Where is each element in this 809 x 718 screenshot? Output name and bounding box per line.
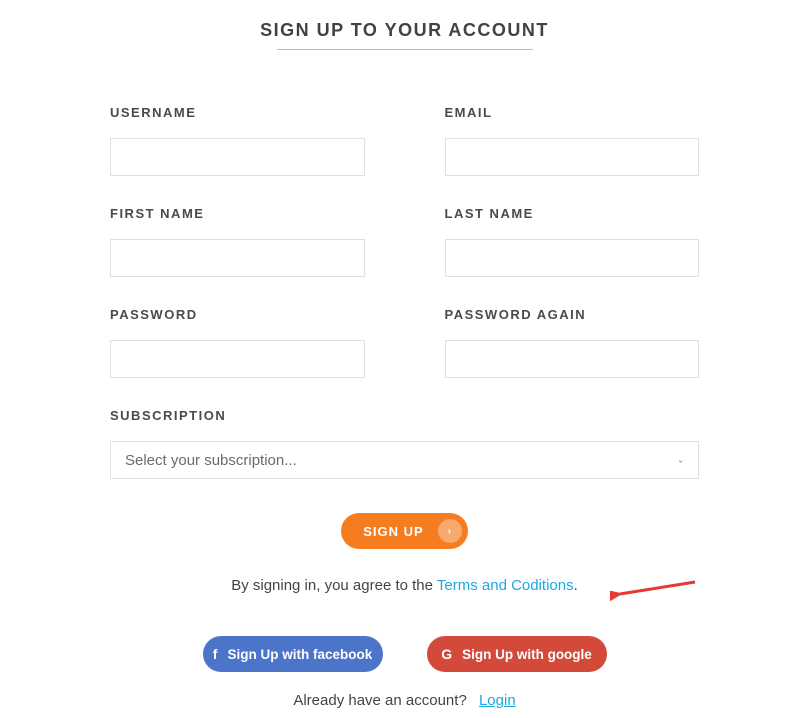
facebook-icon: f xyxy=(213,646,218,662)
subscription-select[interactable]: Select your subscription... ⌄ xyxy=(110,441,699,479)
username-label: USERNAME xyxy=(110,105,365,120)
social-signup-row: f Sign Up with facebook G Sign Up with g… xyxy=(110,636,699,672)
password-again-input[interactable] xyxy=(445,340,700,378)
first-name-input[interactable] xyxy=(110,239,365,277)
arrow-right-icon: › xyxy=(438,519,462,543)
last-name-field-group: LAST NAME xyxy=(445,206,700,277)
title-underline xyxy=(277,49,533,50)
google-signup-label: Sign Up with google xyxy=(462,647,592,662)
sign-up-button[interactable]: SIGN UP › xyxy=(341,513,467,549)
subscription-placeholder: Select your subscription... xyxy=(125,452,297,469)
password-again-field-group: PASSWORD AGAIN xyxy=(445,307,700,378)
google-signup-button[interactable]: G Sign Up with google xyxy=(427,636,607,672)
username-input[interactable] xyxy=(110,138,365,176)
username-field-group: USERNAME xyxy=(110,105,365,176)
password-field-group: PASSWORD xyxy=(110,307,365,378)
first-name-field-group: FIRST NAME xyxy=(110,206,365,277)
subscription-label: SUBSCRIPTION xyxy=(110,408,699,423)
chevron-down-icon: ⌄ xyxy=(677,456,684,465)
login-footer-text: Already have an account? xyxy=(293,692,466,709)
facebook-signup-label: Sign Up with facebook xyxy=(227,647,372,662)
password-label: PASSWORD xyxy=(110,307,365,322)
password-input[interactable] xyxy=(110,340,365,378)
terms-suffix: . xyxy=(574,577,578,594)
email-field-group: EMAIL xyxy=(445,105,700,176)
login-link[interactable]: Login xyxy=(479,692,516,709)
signup-form: USERNAME EMAIL FIRST NAME LAST NAME PASS… xyxy=(110,105,699,479)
google-icon: G xyxy=(441,646,452,662)
sign-up-button-label: SIGN UP xyxy=(363,524,423,539)
last-name-input[interactable] xyxy=(445,239,700,277)
first-name-label: FIRST NAME xyxy=(110,206,365,221)
terms-prefix: By signing in, you agree to the xyxy=(231,577,437,594)
page-title: SIGN UP TO YOUR ACCOUNT xyxy=(110,20,699,41)
last-name-label: LAST NAME xyxy=(445,206,700,221)
terms-text: By signing in, you agree to the Terms an… xyxy=(110,577,699,594)
subscription-field-group: SUBSCRIPTION Select your subscription...… xyxy=(110,408,699,479)
terms-link[interactable]: Terms and Coditions xyxy=(437,577,574,594)
email-label: EMAIL xyxy=(445,105,700,120)
email-input[interactable] xyxy=(445,138,700,176)
password-again-label: PASSWORD AGAIN xyxy=(445,307,700,322)
facebook-signup-button[interactable]: f Sign Up with facebook xyxy=(203,636,383,672)
login-footer: Already have an account? Login xyxy=(110,692,699,709)
